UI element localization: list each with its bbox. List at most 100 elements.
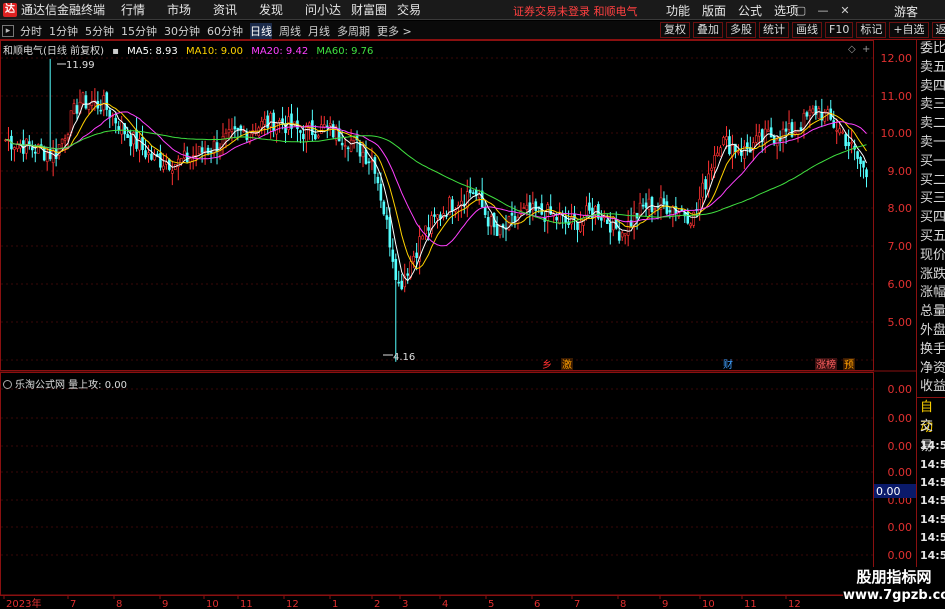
- period-30min[interactable]: 30分钟: [164, 23, 200, 39]
- restore-icon[interactable]: ▢: [790, 4, 812, 17]
- f10-button[interactable]: F10: [825, 22, 854, 38]
- orderbook-label[interactable]: 买一: [917, 153, 945, 172]
- stats-button[interactable]: 统计: [759, 22, 789, 38]
- orderbook-label[interactable]: 现价: [917, 247, 945, 266]
- orderbook-label[interactable]: 涨幅: [917, 284, 945, 303]
- menu-news[interactable]: 资讯: [213, 1, 259, 18]
- guest-login[interactable]: 游客: [894, 3, 918, 20]
- candle-body: [322, 124, 326, 128]
- candle-body: [185, 152, 189, 163]
- indicator-tick: 0.00: [888, 383, 913, 396]
- period-60min[interactable]: 60分钟: [207, 23, 243, 39]
- candle-body: [319, 124, 323, 134]
- orderbook-label[interactable]: 外盘: [917, 322, 945, 341]
- add-watchlist-button[interactable]: +自选: [889, 22, 929, 38]
- tool-function[interactable]: 功能: [666, 2, 690, 19]
- event-flags: 乡 激 财 涨榜 预: [542, 358, 855, 371]
- adjust-button[interactable]: 复权: [660, 22, 690, 38]
- orderbook-label[interactable]: 委比: [917, 40, 945, 59]
- stock-label[interactable]: 和顺电气(日线 前复权): [3, 46, 104, 57]
- candle-body: [626, 220, 630, 236]
- candle-body: [832, 120, 836, 128]
- minimize-icon[interactable]: —: [812, 4, 834, 17]
- plus-icon[interactable]: +: [862, 44, 870, 55]
- orderbook-label[interactable]: 买三: [917, 190, 945, 209]
- orderbook-label[interactable]: 收益: [917, 378, 945, 397]
- candle-body: [16, 144, 19, 149]
- draw-line-button[interactable]: 画线: [792, 22, 822, 38]
- multi-stock-button[interactable]: 多股: [726, 22, 756, 38]
- trade-label[interactable]: 交易: [917, 417, 945, 454]
- menu-market[interactable]: 市场: [167, 1, 213, 18]
- period-1min[interactable]: 1分钟: [49, 23, 78, 39]
- event-flag[interactable]: 预: [844, 359, 854, 371]
- period-15min[interactable]: 15分钟: [121, 23, 157, 39]
- period-timeshare[interactable]: 分时: [20, 23, 42, 39]
- indicator-tick: 0.00: [888, 466, 913, 479]
- orderbook-label[interactable]: 净资: [917, 360, 945, 379]
- orderbook-label[interactable]: 买四: [917, 209, 945, 228]
- mark-button[interactable]: 标记: [856, 22, 887, 38]
- event-flag[interactable]: 激: [562, 358, 572, 371]
- indicator-label[interactable]: 乐淘公式网 量上攻: 0.00: [15, 380, 127, 391]
- orderbook-label[interactable]: 总量: [917, 303, 945, 322]
- candle-body: [665, 201, 669, 214]
- diamond-icon[interactable]: ◇: [848, 44, 856, 55]
- period-more[interactable]: 更多 >: [377, 23, 412, 39]
- orderbook-label[interactable]: 涨跌: [917, 266, 945, 285]
- indicator-cursor-value: 0.00: [876, 485, 901, 498]
- candle-body: [856, 151, 859, 159]
- period-daily[interactable]: 日线: [250, 23, 272, 39]
- candle-body: [126, 134, 129, 138]
- orderbook-label[interactable]: 卖五: [917, 59, 945, 78]
- candle-body: [757, 132, 761, 137]
- overlay-button[interactable]: 叠加: [693, 22, 723, 38]
- candle-body: [841, 131, 844, 134]
- period-bar: ▸ 分时 1分钟 5分钟 15分钟 30分钟 60分钟 日线 周线 月线 多周期…: [2, 23, 419, 39]
- menu-discover[interactable]: 发现: [259, 1, 305, 18]
- expand-toggle-icon[interactable]: ▸: [2, 25, 14, 37]
- candle-body: [197, 145, 201, 155]
- orderbook-label[interactable]: 换手: [917, 341, 945, 360]
- candle-body: [263, 119, 266, 125]
- menu-quotes[interactable]: 行情: [121, 1, 167, 18]
- back-button[interactable]: 返回: [931, 22, 945, 38]
- close-icon[interactable]: ✕: [834, 4, 856, 17]
- period-weekly[interactable]: 周线: [279, 23, 301, 39]
- login-notice[interactable]: 证券交易未登录 和顺电气: [513, 3, 638, 19]
- candle-body: [600, 217, 603, 221]
- candle-body: [33, 151, 37, 154]
- candle-body: [54, 148, 58, 159]
- x-tick-label: 2: [374, 599, 380, 609]
- candle-body: [644, 202, 648, 208]
- ma-legend-icon[interactable]: ▪: [112, 46, 119, 57]
- candle-body: [701, 182, 704, 198]
- orderbook-label[interactable]: 卖二: [917, 115, 945, 134]
- event-flag[interactable]: 财: [723, 358, 733, 371]
- period-5min[interactable]: 5分钟: [85, 23, 114, 39]
- event-flag[interactable]: 涨榜: [816, 358, 836, 371]
- menu-ask[interactable]: 问小达: [305, 1, 351, 18]
- watermark-url: www.7gpzb.com: [843, 588, 945, 603]
- menu-wealth[interactable]: 财富圈: [351, 1, 397, 18]
- indicator-settings-icon[interactable]: [3, 380, 12, 389]
- orderbook-label[interactable]: 买五: [917, 228, 945, 247]
- auto-trade-label[interactable]: 自动: [917, 397, 945, 435]
- menu-trade[interactable]: 交易: [397, 1, 443, 18]
- kline-chart[interactable]: 12.00 11.00 10.00 9.00 8.00 7.00 6.00 5.…: [0, 40, 916, 609]
- period-monthly[interactable]: 月线: [308, 23, 330, 39]
- period-multi[interactable]: 多周期: [337, 23, 370, 39]
- candle-body: [558, 214, 561, 225]
- tool-layout[interactable]: 版面: [702, 2, 726, 19]
- candle-body: [159, 152, 162, 168]
- orderbook-label[interactable]: 卖三: [917, 96, 945, 115]
- x-tick-label: 9: [662, 599, 668, 609]
- orderbook-label[interactable]: 卖四: [917, 78, 945, 97]
- x-tick-label: 11: [240, 599, 253, 609]
- event-flag[interactable]: 乡: [542, 359, 552, 371]
- tool-formula[interactable]: 公式: [738, 2, 762, 19]
- orderbook-label[interactable]: 买二: [917, 172, 945, 191]
- candle-body: [468, 189, 472, 194]
- candle-body: [737, 151, 740, 154]
- orderbook-label[interactable]: 卖一: [917, 134, 945, 153]
